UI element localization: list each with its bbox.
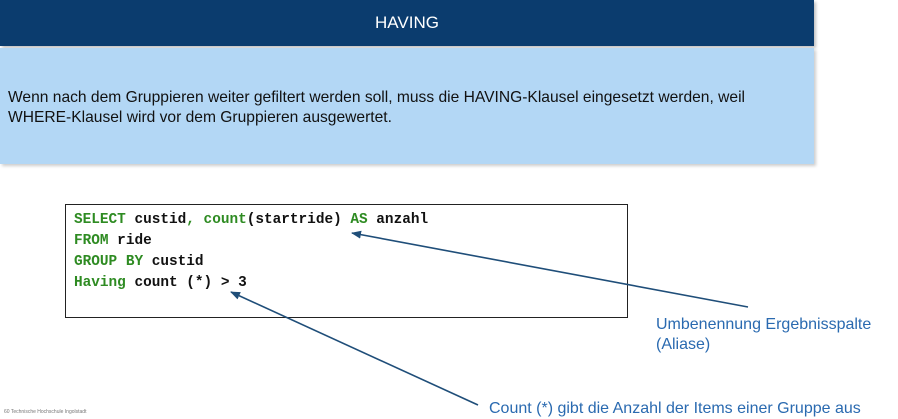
alias-annotation: Umbenennung Ergebnisspalte (Aliase) (656, 315, 871, 355)
arrow-count (230, 291, 479, 406)
alias-annotation-line-1: Umbenennung Ergebnisspalte (656, 316, 872, 333)
alias-annotation-line-2: (Aliase) (656, 336, 711, 353)
arrow-alias (351, 230, 749, 308)
footer-text: 60 Technische Hochschule Ingolstadt (4, 409, 87, 415)
count-annotation: Count (*) gibt die Anzahl der Items eine… (489, 400, 861, 417)
